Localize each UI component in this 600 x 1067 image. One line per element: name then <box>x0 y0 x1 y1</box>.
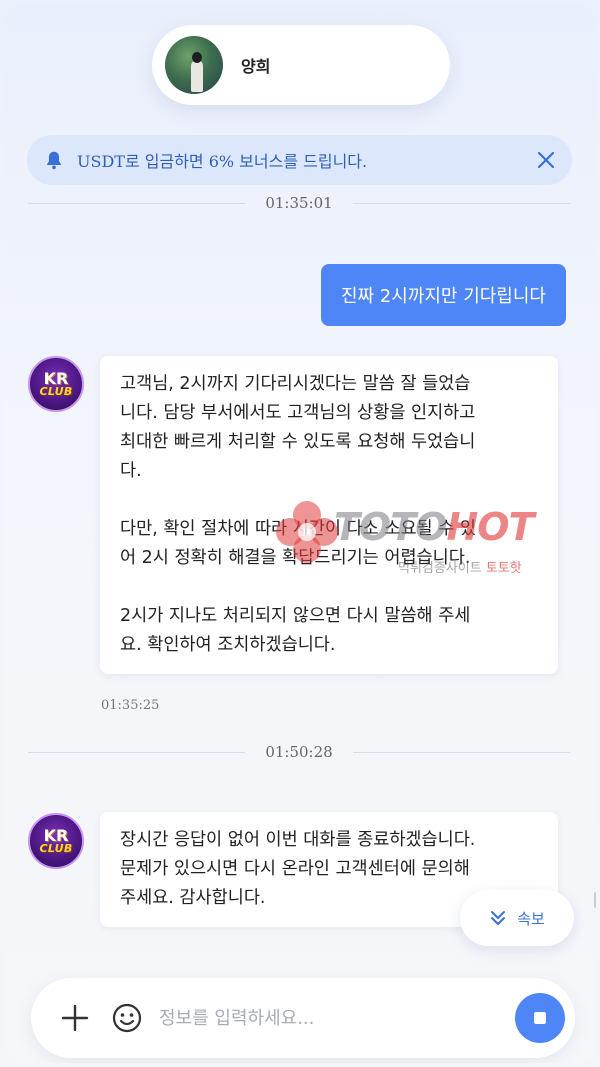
incoming-message-text: 고객님, 2시까지 기다리시겠다는 말씀 잘 들었습 니다. 담당 부서에서도 … <box>120 374 476 655</box>
add-attachment-button[interactable] <box>55 998 95 1038</box>
bot-avatar: KR CLUB <box>28 813 84 869</box>
message-composer <box>31 978 575 1058</box>
close-notice-button[interactable] <box>526 140 566 180</box>
outgoing-message: 진짜 2시까지만 기다립니다 <box>320 264 566 326</box>
bot-avatar: KR CLUB <box>28 356 84 412</box>
bot-avatar-kr: KR <box>43 368 69 388</box>
message-timestamp: 01:35:25 <box>101 698 160 713</box>
close-icon <box>537 151 555 169</box>
notice-banner: USDT로 입금하면 6% 보너스를 드립니다. <box>27 135 572 185</box>
agent-avatar[interactable] <box>165 36 223 94</box>
time-separator-label: 01:35:01 <box>265 194 333 212</box>
time-separator: 01:50:28 <box>28 742 570 762</box>
stop-square-icon <box>534 1012 546 1024</box>
bell-icon <box>47 151 61 170</box>
urgent-news-button[interactable]: 속보 <box>460 890 574 946</box>
agent-name: 양희 <box>241 57 271 76</box>
emoji-button[interactable] <box>107 998 147 1038</box>
chat-window: 양희 USDT로 입금하면 6% 보너스를 드립니다. 01:35:01 진짜 … <box>4 4 596 1063</box>
bot-avatar-kr: KR <box>43 825 69 845</box>
bot-avatar-club: CLUB <box>39 384 73 398</box>
time-separator-label: 01:50:28 <box>265 743 333 761</box>
message-input[interactable] <box>159 1007 515 1029</box>
urgent-news-label: 속보 <box>517 909 545 928</box>
chat-header: 양희 <box>152 25 450 105</box>
smiley-icon <box>112 1003 142 1033</box>
notice-text: USDT로 입금하면 6% 보너스를 드립니다. <box>77 152 368 171</box>
scrollbar-thumb[interactable] <box>594 892 596 908</box>
outgoing-message-text: 진짜 2시까지만 기다립니다 <box>340 286 546 307</box>
time-separator: 01:35:01 <box>28 193 570 213</box>
incoming-message: 고객님, 2시까지 기다리시겠다는 말씀 잘 들었습 니다. 담당 부서에서도 … <box>100 356 558 674</box>
plus-icon <box>61 1004 89 1032</box>
bot-avatar-club: CLUB <box>39 841 73 855</box>
stop-button[interactable] <box>515 993 565 1043</box>
incoming-message-text: 장시간 응답이 없어 이번 대화를 종료하겠습니다. 문제가 있으시면 다시 온… <box>120 830 476 908</box>
double-chevron-down-icon <box>491 911 506 925</box>
